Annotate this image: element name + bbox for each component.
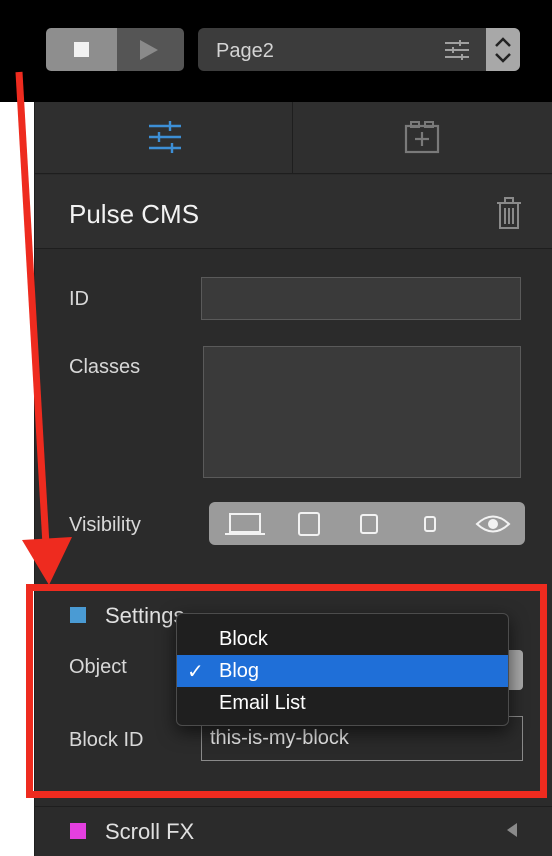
sliders-icon[interactable] [444, 38, 470, 67]
sliders-icon [149, 121, 181, 153]
chevron-left-icon[interactable] [507, 823, 517, 837]
chevron-updown-icon [495, 37, 511, 63]
visibility-tablet-portrait[interactable] [345, 502, 395, 545]
desktop-icon [225, 513, 265, 535]
object-dropdown-menu: Block ✓ Blog Email List [176, 613, 509, 726]
tablet-landscape-icon [298, 512, 320, 536]
visibility-label: Visibility [69, 514, 141, 536]
tab-add[interactable] [294, 102, 552, 174]
top-toolbar: Page2 [0, 0, 552, 102]
dropdown-option-label: Email List [219, 692, 306, 714]
tab-settings[interactable] [35, 102, 293, 174]
phone-icon [424, 516, 436, 532]
object-label: Object [69, 656, 127, 678]
play-button[interactable] [117, 28, 184, 71]
block-id-value: this-is-my-block [210, 727, 349, 749]
scrollfx-swatch [70, 823, 86, 839]
classes-field[interactable] [203, 346, 521, 478]
dropdown-option-label: Blog [219, 660, 260, 682]
trash-icon[interactable] [495, 197, 523, 234]
eye-icon [475, 515, 511, 533]
page-select-value: Page2 [216, 40, 274, 62]
visibility-desktop[interactable] [209, 502, 279, 545]
tablet-portrait-icon [360, 514, 378, 534]
dropdown-option-email-list[interactable]: Email List [177, 687, 508, 719]
stop-square-icon [74, 42, 89, 57]
scrollfx-section[interactable]: Scroll FX [35, 806, 552, 856]
visibility-preview[interactable] [465, 502, 525, 545]
id-field[interactable] [201, 277, 521, 320]
add-container-icon [404, 121, 440, 154]
stop-button[interactable] [46, 28, 117, 71]
checkmark-icon: ✓ [187, 661, 204, 683]
classes-label: Classes [69, 356, 141, 378]
page-select-stepper[interactable] [486, 28, 520, 71]
settings-swatch [70, 607, 86, 623]
settings-header[interactable]: Settings [105, 603, 185, 629]
dropdown-option-block[interactable]: Block [177, 623, 508, 655]
visibility-phone[interactable] [405, 502, 455, 545]
inspector-panel: Pulse CMS ID Classes Visibility Settings… [34, 102, 552, 856]
section-header: Pulse CMS [35, 175, 552, 249]
page-select[interactable]: Page2 [198, 28, 520, 71]
visibility-toggle-group [209, 502, 525, 545]
id-label: ID [69, 288, 89, 310]
dropdown-option-blog[interactable]: ✓ Blog [177, 655, 508, 687]
dropdown-option-label: Block [219, 628, 268, 650]
section-title: Pulse CMS [69, 199, 200, 229]
visibility-tablet-landscape[interactable] [285, 502, 335, 545]
panel-tabs [35, 102, 552, 174]
play-triangle-icon [140, 40, 158, 60]
scrollfx-label: Scroll FX [105, 819, 195, 844]
block-id-label: Block ID [69, 729, 144, 751]
